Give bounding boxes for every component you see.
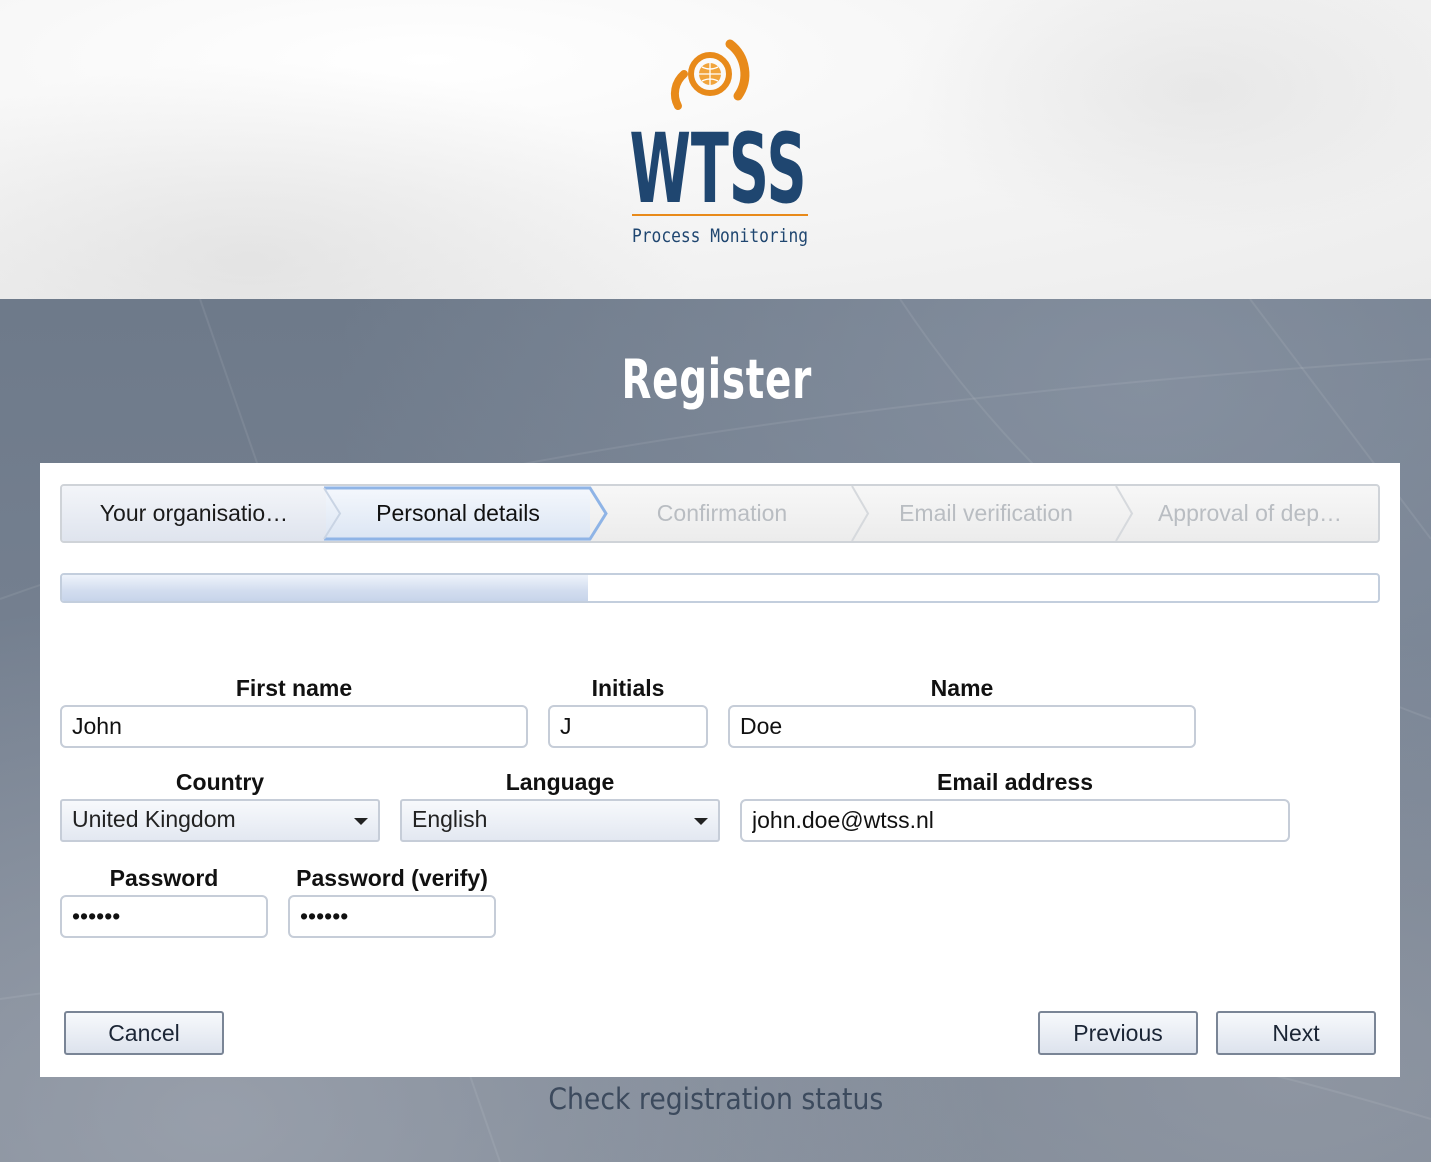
logo-tagline: Process Monitoring [632, 225, 808, 247]
initials-input[interactable] [548, 705, 708, 748]
wizard-steps: Your organisatio… Personal details Confi… [60, 484, 1380, 543]
country-select[interactable]: United Kingdom [60, 799, 380, 842]
registration-panel: Your organisatio… Personal details Confi… [40, 463, 1400, 1077]
password-verify-input[interactable]: •••••• [288, 895, 496, 938]
chevron-down-icon [694, 818, 708, 825]
initials-label: Initials [591, 675, 665, 701]
header: WTSS Process Monitoring [0, 0, 1431, 299]
progress-fill [62, 575, 589, 601]
page-title: Register [621, 348, 813, 411]
country-select-value: United Kingdom [72, 806, 236, 832]
previous-button[interactable]: Previous [1038, 1011, 1198, 1055]
password-input[interactable]: •••••• [60, 895, 268, 938]
name-input[interactable] [728, 705, 1196, 748]
first-name-label: First name [235, 675, 353, 701]
check-registration-status-link[interactable]: Check registration status [58, 1082, 1375, 1116]
language-select[interactable]: English [400, 799, 720, 842]
step-separators [323, 486, 1134, 541]
logo-graphic: WTSS Process Monitoring [629, 39, 808, 247]
email-label: Email address [937, 769, 1093, 795]
first-name-input[interactable] [60, 705, 528, 748]
progress-bar [60, 573, 1380, 603]
password-label: Password [109, 865, 219, 891]
country-label: Country [175, 769, 265, 795]
wtss-logo: WTSS Process Monitoring [620, 30, 820, 260]
password-verify-label: Password (verify) [296, 865, 488, 891]
next-button[interactable]: Next [1216, 1011, 1376, 1055]
language-label: Language [505, 769, 615, 795]
logo-wordmark: WTSS [629, 113, 806, 226]
chevron-down-icon [354, 818, 368, 825]
language-select-value: English [412, 806, 488, 832]
name-label: Name [930, 675, 994, 701]
email-input[interactable] [740, 799, 1290, 842]
cancel-button[interactable]: Cancel [64, 1011, 224, 1055]
